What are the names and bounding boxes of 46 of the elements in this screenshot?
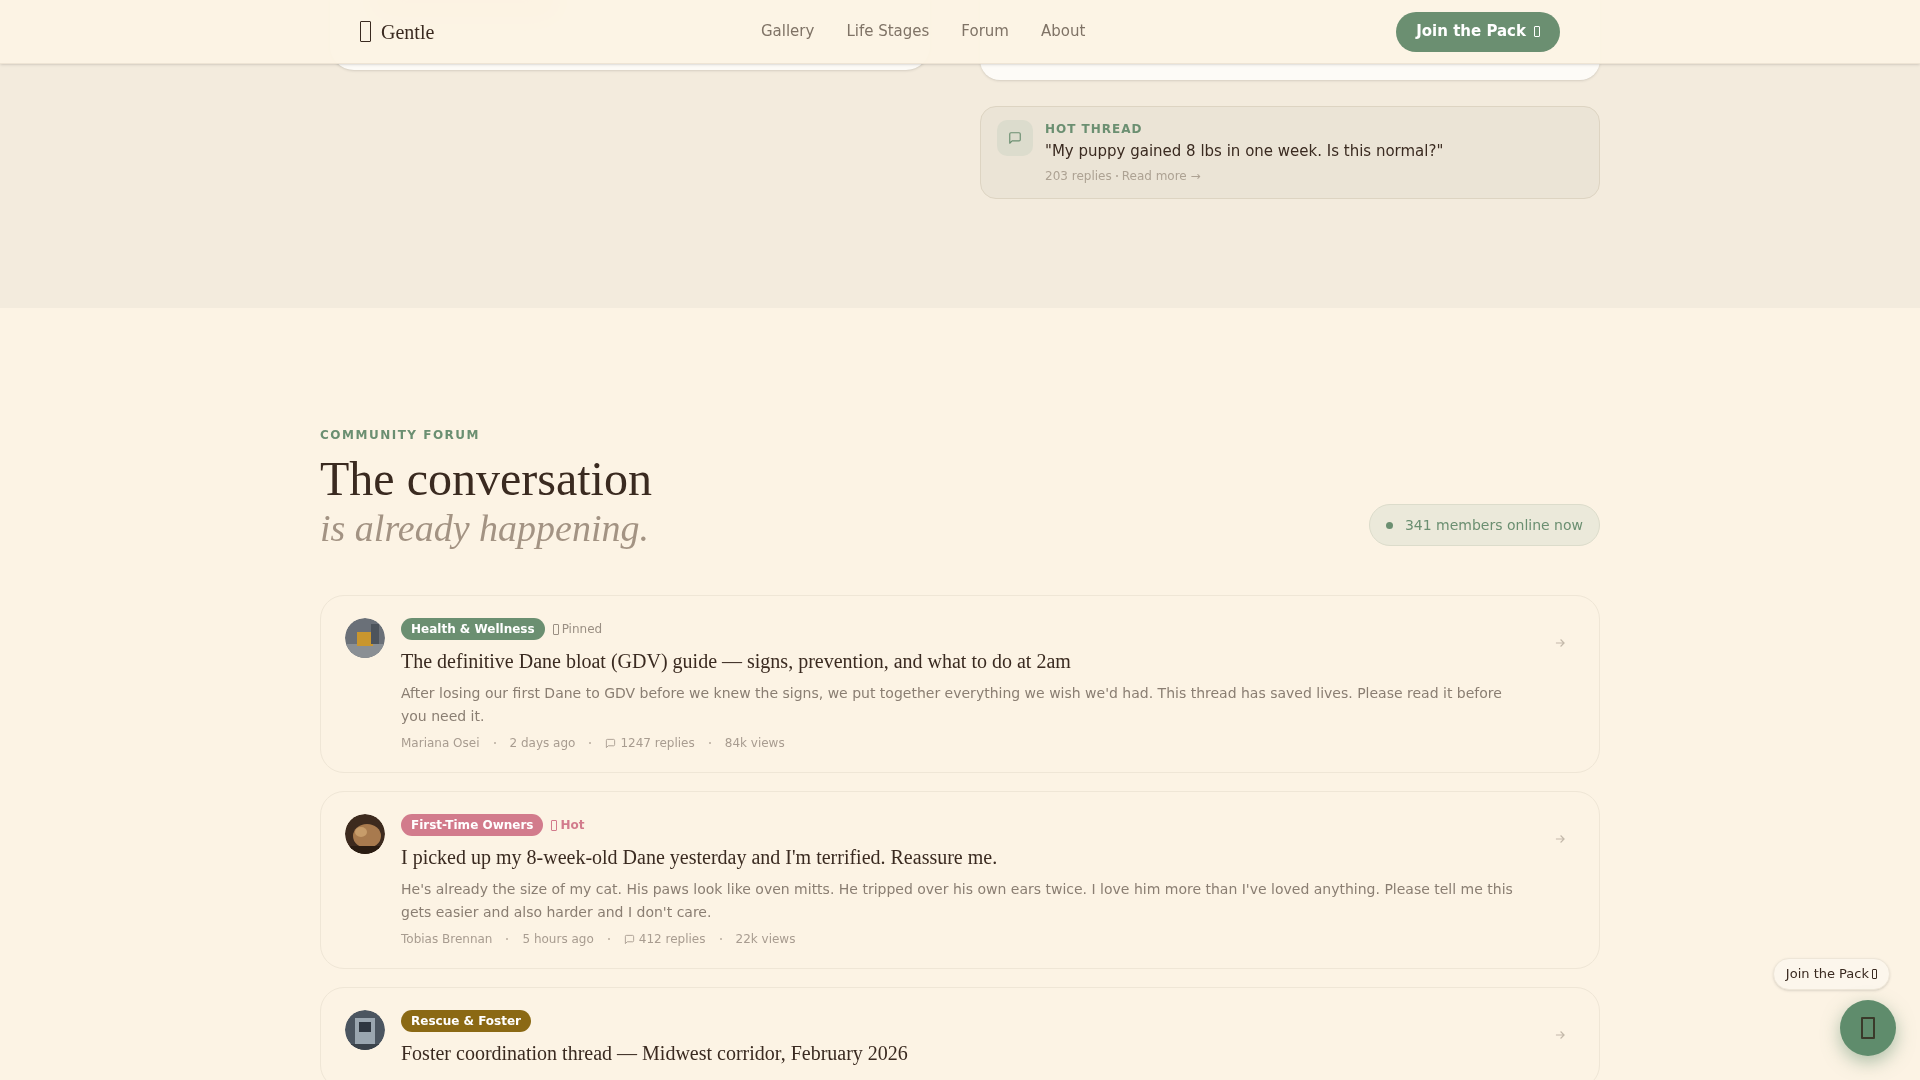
post-title[interactable]: I picked up my 8-week-old Dane yesterday and I'm terrified. Reassure me.: [401, 842, 1537, 872]
section-subheading: is already happening.: [320, 506, 650, 550]
category-tag[interactable]: First-Time Owners: [401, 814, 544, 836]
post-time: 5 hours ago: [522, 931, 594, 948]
hot-thread-card[interactable]: HOT THREAD "My puppy gained 8 lbs in one week. Is this normal?" 203 replies Read more →: [980, 106, 1600, 199]
post-excerpt: After losing our first Dane to GDV before we knew the signs, we put together everything we wish we'd had. This thread has saved lives. Please read it before you need it.: [401, 684, 1503, 726]
author-name: Tobias Brennan: [401, 931, 493, 948]
reply-count: 203 replies: [1045, 167, 1112, 185]
nav-link[interactable]: Forum: [961, 20, 1009, 43]
square-icon: [360, 21, 371, 42]
nav-link[interactable]: Gallery: [760, 20, 815, 43]
square-icon: [1534, 26, 1540, 37]
category-tag[interactable]: Health & Wellness: [401, 618, 545, 640]
post-title[interactable]: The definitive Dane bloat (GDV) guide — signs, prevention, and what to do at 2am: [401, 646, 1537, 676]
square-icon: [1872, 969, 1877, 979]
floating-action-button[interactable]: [1840, 1000, 1896, 1056]
hot-label: Hot: [551, 816, 585, 834]
section-eyebrow: COMMUNITY FORUM: [320, 427, 482, 444]
chat-icon: [1008, 131, 1022, 145]
reply-count: 412 replies: [638, 931, 706, 948]
nav-link[interactable]: About: [1040, 20, 1086, 43]
square-icon: [1861, 1017, 1875, 1039]
post-card[interactable]: [320, 791, 1600, 969]
section-heading: The conversation: [320, 452, 652, 506]
join-button[interactable]: Join the Pack: [1396, 11, 1560, 52]
post-time: 2 days ago: [509, 735, 576, 752]
reply-count: 1247 replies: [620, 735, 695, 752]
post-title[interactable]: Foster coordination thread — Midwest corridor, February 2026: [401, 1038, 1537, 1068]
square-icon: [551, 819, 558, 831]
hot-thread-title[interactable]: "My puppy gained 8 lbs in one week. Is this normal?": [1045, 140, 1444, 163]
view-count: 22k views: [735, 931, 796, 948]
pinned-label: Pinned: [552, 620, 603, 638]
square-icon: [552, 623, 559, 635]
chat-icon: [605, 737, 617, 749]
post-excerpt: He's already the size of my cat. His paws look like oven mitts. He tripped over his own ears twice. I love him more than I've loved anything. Please tell me this gets easier and also harder and I don't care.: [401, 880, 1514, 922]
join-tooltip: Join the Pack: [1772, 958, 1890, 990]
category-tag[interactable]: Rescue & Foster: [401, 1010, 532, 1032]
post-card[interactable]: [320, 595, 1600, 773]
nav-link[interactable]: Life Stages: [846, 20, 930, 43]
chat-icon: [623, 933, 635, 945]
logo-text[interactable]: Gentle: [381, 16, 435, 47]
view-count: 84k views: [724, 735, 785, 752]
hot-thread-label: HOT THREAD: [1045, 121, 1144, 138]
post-card[interactable]: Rescue & Foster Foster coordination thread — Midwest corridor, February 2026: [320, 987, 1600, 1080]
author-name: Mariana Osei: [401, 735, 480, 752]
online-count: 341 members online now: [1404, 515, 1583, 535]
